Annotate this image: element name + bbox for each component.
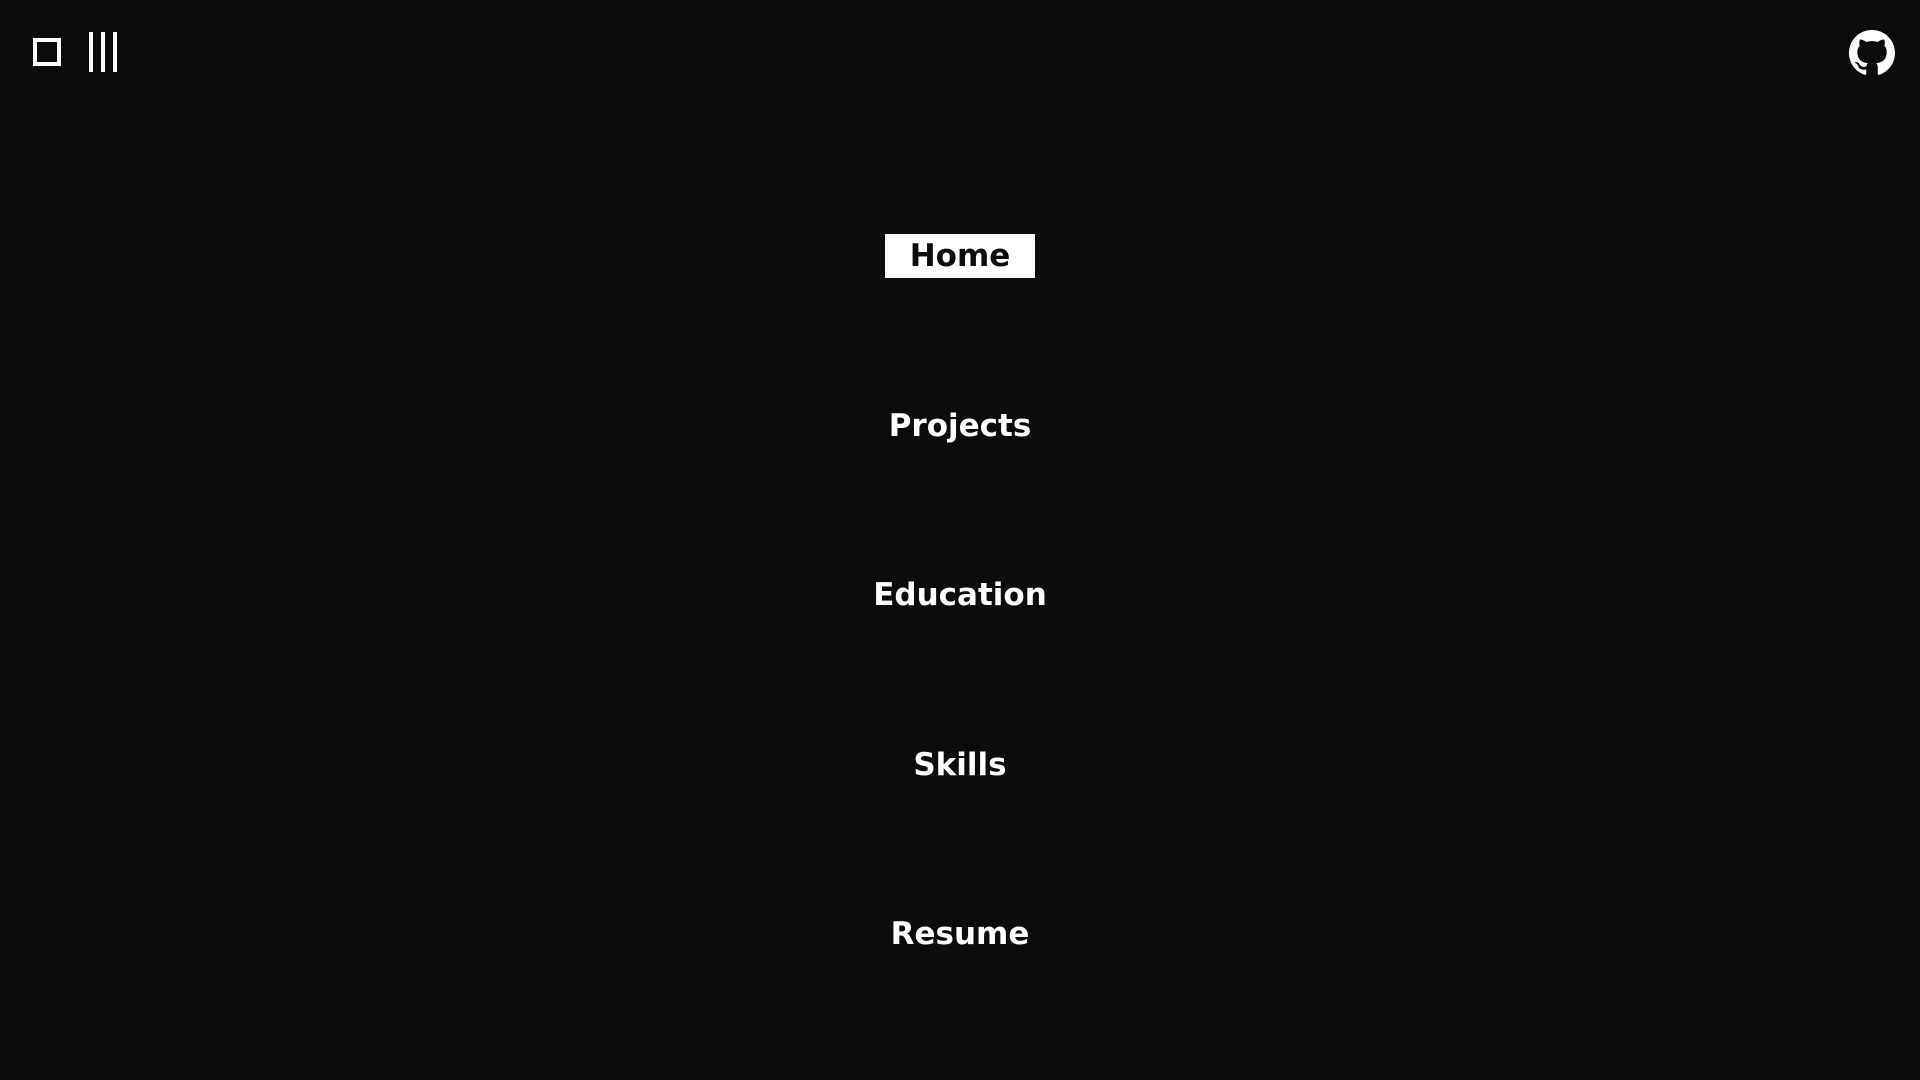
page: Home Projects Education Skills Resume [0,0,1920,1080]
nav-item-skills: Skills [0,743,1920,787]
columns-view-button[interactable] [86,30,120,74]
nav-link-projects[interactable]: Projects [875,404,1046,448]
nav-item-resume: Resume [0,912,1920,956]
github-link[interactable] [1848,29,1896,77]
nav-link-resume[interactable]: Resume [877,912,1044,956]
nav-item-home: Home [0,234,1920,278]
nav-item-education: Education [0,573,1920,617]
github-icon [1849,30,1895,75]
square-view-button[interactable] [30,30,64,74]
nav-link-education[interactable]: Education [859,573,1061,617]
nav-item-projects: Projects [0,404,1920,448]
nav-link-home[interactable]: Home [885,234,1035,278]
nav-link-skills[interactable]: Skills [899,743,1020,787]
square-outline-icon [33,38,61,66]
three-bars-icon [89,32,117,72]
top-left-controls [30,30,120,74]
